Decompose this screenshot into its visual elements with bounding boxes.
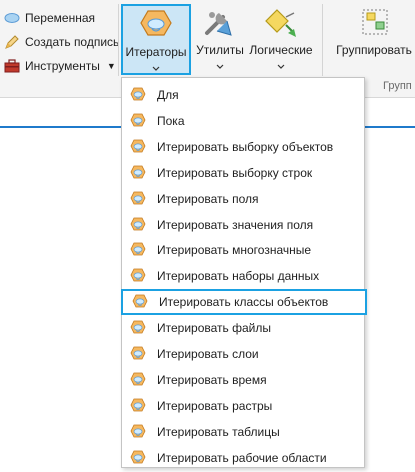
utilities-tools-icon <box>203 7 237 39</box>
group-button[interactable]: Группировать <box>333 4 415 76</box>
menu-item-label: Итерировать слои <box>157 347 259 361</box>
iterator-icon <box>130 372 146 388</box>
iterator-icon <box>130 191 146 207</box>
iterator-icon <box>130 320 146 336</box>
menu-item[interactable]: Итерировать наборы данных <box>122 263 364 289</box>
iterator-icon <box>132 294 148 310</box>
menu-item[interactable]: Итерировать время <box>122 367 364 393</box>
chevron-down-icon <box>277 59 285 73</box>
menu-item[interactable]: Итерировать растры <box>122 393 364 419</box>
menu-item[interactable]: Итерировать поля <box>122 186 364 212</box>
iterator-icon <box>130 217 146 233</box>
label-pencil-icon <box>5 35 19 49</box>
iterator-icon <box>130 242 146 258</box>
iterator-icon <box>130 268 146 284</box>
ribbon-separator <box>118 4 119 76</box>
menu-item-label: Итерировать значения поля <box>157 217 314 232</box>
utilities-label: Утилиты <box>196 43 244 57</box>
menu-item[interactable]: Итерировать слои <box>122 341 364 367</box>
menu-item-label: Итерировать классы объектов <box>159 295 329 310</box>
menu-item[interactable]: Итерировать таблицы <box>122 419 364 445</box>
menu-item-label: Пока <box>157 113 185 128</box>
menu-item[interactable]: Итерировать файлы <box>122 315 364 341</box>
create-label-command[interactable]: Создать подпись <box>4 31 120 53</box>
iterator-icon <box>130 165 146 181</box>
tools-command[interactable]: Инструменты ▼ <box>4 55 116 77</box>
menu-item[interactable]: Итерировать многозначные <box>122 237 364 263</box>
ribbon-group-title: Групп <box>383 80 412 92</box>
menu-item[interactable]: Для <box>122 82 364 108</box>
chevron-down-icon <box>216 59 224 73</box>
variable-ellipse-icon <box>4 13 20 23</box>
logical-button[interactable]: Логические <box>247 4 315 76</box>
iterator-icon <box>139 9 173 41</box>
chevron-down-icon: ▼ <box>106 61 116 71</box>
ribbon-separator <box>322 4 323 76</box>
create-label-label: Создать подпись <box>25 35 120 49</box>
variable-command[interactable]: Переменная <box>4 7 116 29</box>
chevron-down-icon <box>152 61 160 75</box>
iterator-icon <box>130 346 146 362</box>
logical-diamond-icon <box>264 7 298 39</box>
iterator-icon <box>130 424 146 440</box>
menu-item[interactable]: Итерировать выборку строк <box>122 160 364 186</box>
iterators-button[interactable]: Итераторы <box>121 4 191 75</box>
iterators-label: Итераторы <box>125 45 187 59</box>
iterators-dropdown-menu: Для Пока Итерировать выборку объектов Итери… <box>121 77 367 471</box>
menu-item-label: Итерировать рабочие области <box>157 450 327 465</box>
logical-label: Логические <box>249 43 313 57</box>
menu-item-label: Для <box>157 88 179 102</box>
utilities-button[interactable]: Утилиты <box>194 4 246 76</box>
menu-item-label: Итерировать многозначные <box>157 243 312 258</box>
tools-label: Инструменты <box>25 59 100 73</box>
iterator-icon <box>130 113 146 129</box>
menu-item-label: Итерировать таблицы <box>157 424 280 439</box>
iterator-icon <box>130 139 146 155</box>
menu-item-label: Итерировать выборку строк <box>157 165 313 180</box>
menu-item-label: Итерировать наборы данных <box>157 269 320 284</box>
menu-item[interactable]: Итерировать классы объектов <box>121 289 367 316</box>
iterator-icon <box>130 398 146 414</box>
menu-item-label: Итерировать время <box>157 372 267 387</box>
menu-item[interactable]: Пока <box>122 108 364 134</box>
group-icon <box>357 7 391 39</box>
menu-item-label: Итерировать выборку объектов <box>157 139 334 154</box>
menu-item[interactable]: Итерировать выборку объектов <box>122 134 364 160</box>
menu-item-label: Итерировать поля <box>157 191 259 206</box>
iterator-icon <box>130 87 146 103</box>
toolbox-icon <box>4 59 20 73</box>
menu-item-label: Итерировать файлы <box>157 321 271 336</box>
menu-item[interactable]: Итерировать рабочие области <box>122 445 364 471</box>
group-label: Группировать <box>336 43 412 57</box>
iterator-icon <box>130 450 146 466</box>
menu-item-label: Итерировать растры <box>157 398 273 413</box>
variable-label: Переменная <box>25 11 95 25</box>
menu-item[interactable]: Итерировать значения поля <box>122 212 364 238</box>
